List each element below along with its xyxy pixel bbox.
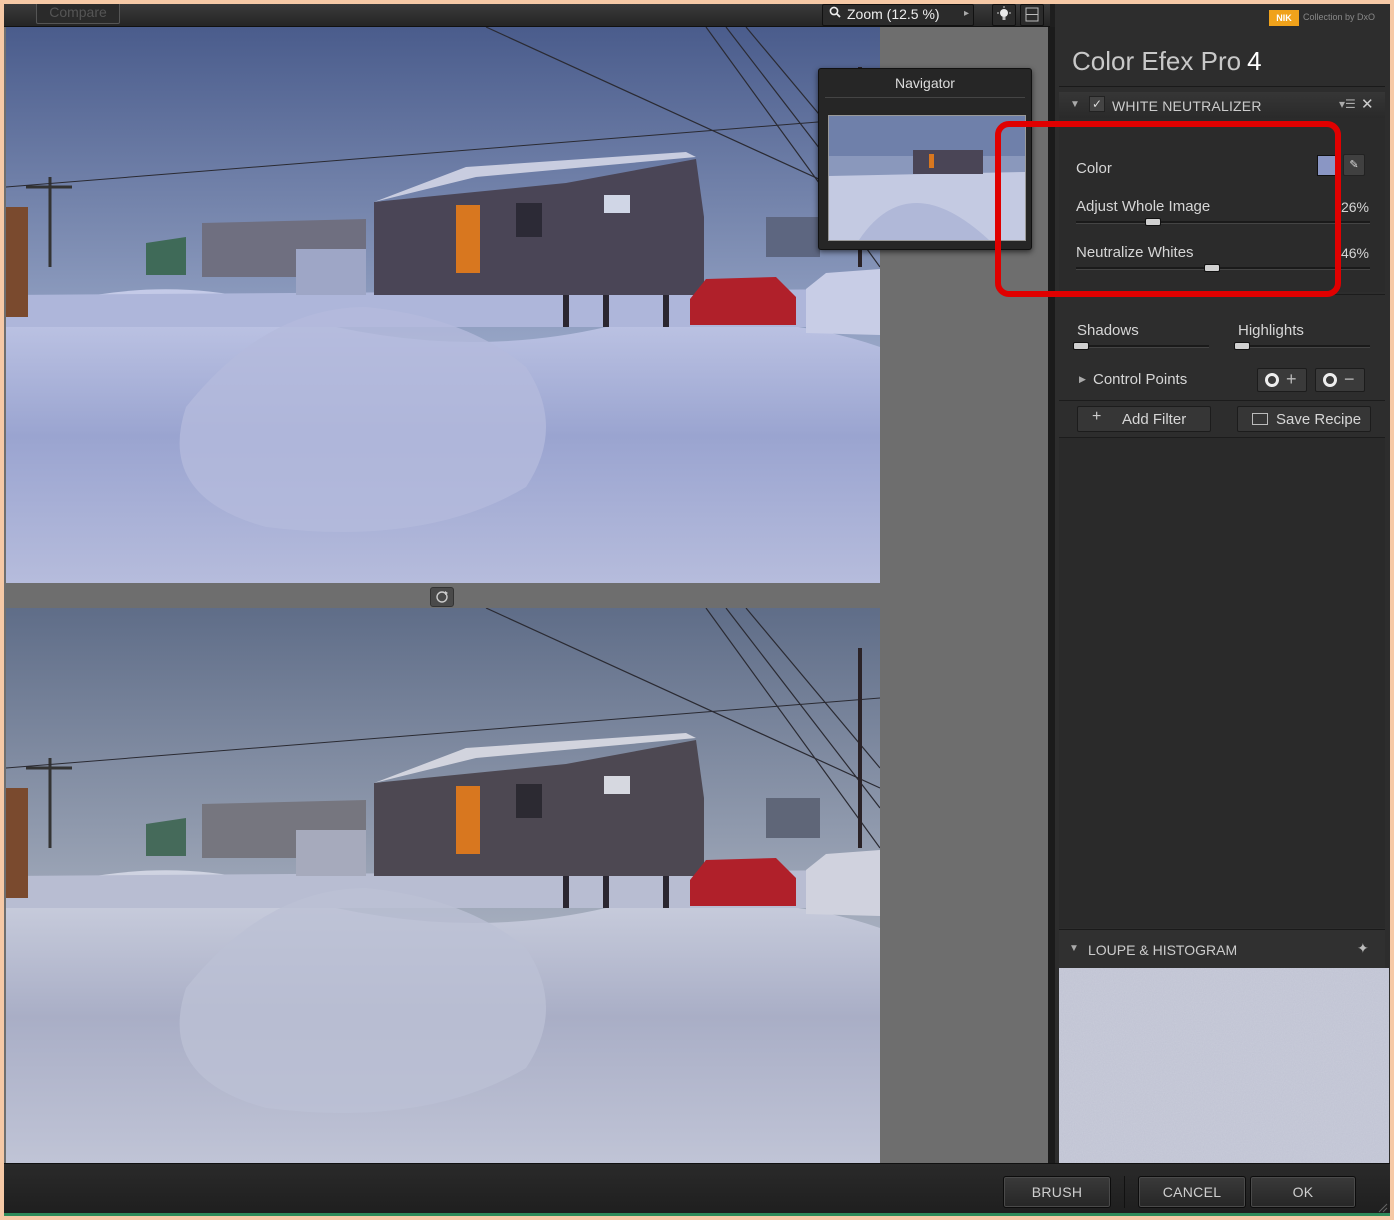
neutralize-whites-slider[interactable] xyxy=(1076,267,1370,270)
top-toolbar: Compare Zoom (12.5 %) ▸ xyxy=(4,4,1050,27)
add-control-point-button[interactable]: + xyxy=(1257,368,1307,392)
shadows-slider[interactable] xyxy=(1077,345,1209,348)
nik-logo: NIK xyxy=(1269,10,1299,26)
pin-icon[interactable]: ✦ xyxy=(1357,940,1369,957)
cancel-button[interactable]: CANCEL xyxy=(1138,1176,1246,1208)
adjust-whole-image-label: Adjust Whole Image xyxy=(1076,198,1211,215)
neutralize-whites-value: 46% xyxy=(1340,245,1369,261)
divider xyxy=(1059,86,1385,87)
adjust-whole-image-slider-thumb[interactable] xyxy=(1145,218,1162,226)
control-point-icon xyxy=(1265,373,1279,387)
recipe-icon xyxy=(1252,413,1268,425)
highlights-label: Highlights xyxy=(1238,322,1304,339)
brush-button[interactable]: BRUSH xyxy=(1003,1176,1111,1208)
adjust-whole-image-value: 26% xyxy=(1340,199,1369,215)
preview-area: Navigator xyxy=(4,27,1048,1164)
loupe-header[interactable]: ▼ LOUPE & HISTOGRAM ✦ xyxy=(1059,929,1385,968)
add-filter-button[interactable]: + Add Filter xyxy=(1077,406,1211,432)
shadows-slider-thumb[interactable] xyxy=(1072,342,1089,350)
refresh-icon xyxy=(436,591,448,603)
save-recipe-label: Save Recipe xyxy=(1276,411,1362,428)
expand-triangle-icon[interactable]: ▶ xyxy=(1079,374,1086,385)
divider xyxy=(1059,400,1385,401)
app-title: Color Efex Pro 4 xyxy=(1072,46,1262,77)
plus-icon: + xyxy=(1092,408,1102,425)
color-swatch[interactable] xyxy=(1317,155,1341,176)
eyedropper-icon[interactable]: ✎ xyxy=(1343,154,1365,176)
app-title-text: Color Efex Pro xyxy=(1072,46,1242,76)
control-points-row: ▶ Control Points + − xyxy=(1059,366,1385,394)
magnifier-icon xyxy=(829,6,841,18)
plus-icon: + xyxy=(1286,369,1297,389)
collapse-triangle-icon[interactable]: ▼ xyxy=(1069,943,1079,954)
adjust-whole-image-slider[interactable] xyxy=(1076,221,1370,224)
resize-grip-icon[interactable] xyxy=(1376,1201,1388,1213)
control-point-icon xyxy=(1323,373,1337,387)
lightbulb-icon xyxy=(997,6,1011,20)
add-filter-label: Add Filter xyxy=(1122,411,1187,428)
filter-name: WHITE NEUTRALIZER xyxy=(1112,98,1262,114)
filter-enable-checkbox[interactable]: ✓ xyxy=(1089,96,1105,112)
app-version: 4 xyxy=(1247,46,1262,76)
navigator-title: Navigator xyxy=(895,75,955,91)
compare-button[interactable]: Compare xyxy=(36,4,120,24)
shadows-label: Shadows xyxy=(1077,322,1139,339)
swap-views-button[interactable] xyxy=(430,587,454,607)
chevron-right-icon[interactable]: ▸ xyxy=(964,5,969,23)
control-points-label: Control Points xyxy=(1093,371,1188,388)
minus-icon: − xyxy=(1344,369,1355,389)
collapse-triangle-icon[interactable]: ▼ xyxy=(1070,99,1080,110)
divider xyxy=(1124,1176,1125,1208)
app-window: Compare Zoom (12.5 %) ▸ Navigator NIK Co… xyxy=(4,4,1390,1216)
navigator-panel: Navigator xyxy=(818,68,1032,250)
neutralize-whites-slider-thumb[interactable] xyxy=(1204,264,1221,272)
right-panel: NIK Collection by DxO Color Efex Pro 4 ▼ … xyxy=(1055,4,1390,1163)
navigator-thumbnail[interactable] xyxy=(828,115,1026,241)
neutralize-whites-label: Neutralize Whites xyxy=(1076,244,1194,261)
ok-button[interactable]: OK xyxy=(1250,1176,1356,1208)
preview-image-after[interactable] xyxy=(6,608,880,1164)
background-light-button[interactable] xyxy=(992,4,1016,26)
preview-image-before[interactable] xyxy=(6,27,880,583)
split-view-button[interactable] xyxy=(1020,4,1044,26)
color-label: Color xyxy=(1076,160,1112,177)
window-edge xyxy=(4,1213,1390,1216)
zoom-control[interactable]: Zoom (12.5 %) ▸ xyxy=(822,4,974,26)
divider xyxy=(825,97,1025,98)
brand-subtitle: Collection by DxO xyxy=(1303,12,1376,22)
filter-menu-icon[interactable]: ▾☰ xyxy=(1339,97,1356,111)
panel-divider[interactable] xyxy=(1048,27,1055,1163)
bottom-bar: BRUSH CANCEL OK xyxy=(4,1163,1390,1216)
save-recipe-button[interactable]: Save Recipe xyxy=(1237,406,1371,432)
filter-header[interactable]: ▼ ✓ WHITE NEUTRALIZER ▾☰ ✕ xyxy=(1059,92,1385,118)
close-icon[interactable]: ✕ xyxy=(1361,95,1374,113)
zoom-label: Zoom (12.5 %) xyxy=(847,6,940,22)
loupe-title: LOUPE & HISTOGRAM xyxy=(1088,942,1238,958)
loupe-view xyxy=(1059,968,1389,1163)
highlights-slider-thumb[interactable] xyxy=(1233,342,1250,350)
split-view-icon xyxy=(1025,7,1039,22)
remove-control-point-button[interactable]: − xyxy=(1315,368,1365,392)
divider xyxy=(1059,294,1385,295)
highlights-slider[interactable] xyxy=(1238,345,1370,348)
filter-list-area xyxy=(1059,438,1385,928)
